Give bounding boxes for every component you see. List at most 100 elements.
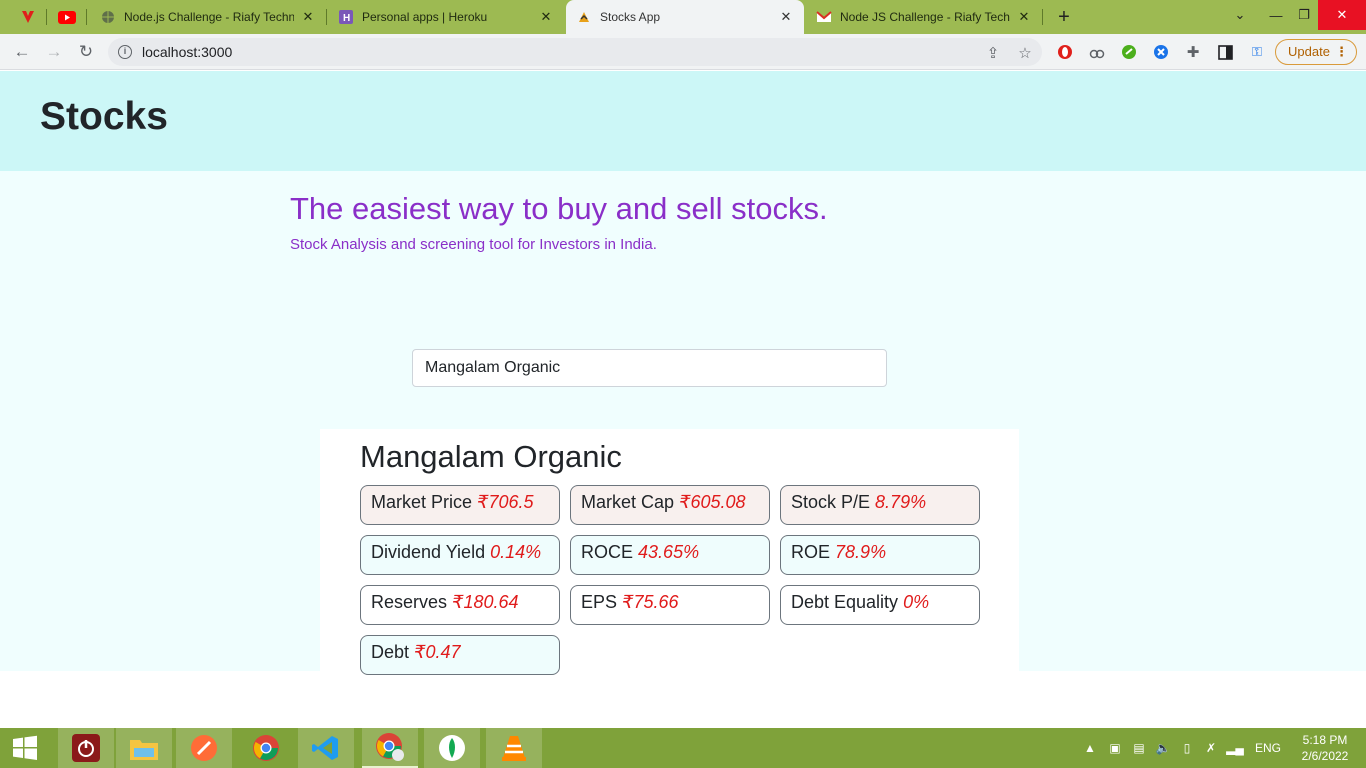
input-indicator-icon[interactable]: ▣ xyxy=(1106,728,1124,768)
metric-debt-equality: Debt Equality 0% xyxy=(780,585,980,625)
metric-value: ₹180.64 xyxy=(452,592,519,612)
tab-title: Node JS Challenge - Riafy Techno xyxy=(840,10,1010,24)
system-clock[interactable]: 5:18 PM 2/6/2022 xyxy=(1292,732,1358,764)
bookmark-star-icon[interactable]: ☆ xyxy=(1016,44,1034,62)
web-page: Stocks The easiest way to buy and sell s… xyxy=(0,71,1366,728)
power-app-icon[interactable] xyxy=(58,728,114,768)
metric-label: Debt xyxy=(371,642,410,662)
network-disconnected-icon[interactable]: ✗ xyxy=(1202,728,1220,768)
hero-subheadline: Stock Analysis and screening tool for In… xyxy=(290,236,657,253)
stock-search-input[interactable] xyxy=(412,349,887,387)
puzzle-extensions-icon[interactable]: ✚ xyxy=(1184,43,1202,61)
metric-value: ₹0.47 xyxy=(414,642,461,662)
back-arrow-icon[interactable]: ← xyxy=(10,40,34,64)
metric-roe: ROE 78.9% xyxy=(780,535,980,575)
metric-label: ROCE xyxy=(581,542,634,562)
address-bar[interactable]: i localhost:3000 ⇪ ☆ xyxy=(108,38,1042,66)
vscode-icon[interactable] xyxy=(298,728,354,768)
minimize-icon[interactable]: — xyxy=(1262,0,1290,30)
tab-heroku[interactable]: H Personal apps | Heroku ✕ xyxy=(328,0,564,34)
site-header: Stocks xyxy=(0,71,1366,171)
metric-label: Market Cap xyxy=(581,492,675,512)
tab-stocks-app[interactable]: Stocks App ✕ xyxy=(566,0,804,34)
metric-value: ₹706.5 xyxy=(477,492,534,512)
svg-text:H: H xyxy=(343,13,350,24)
vlc-icon[interactable] xyxy=(486,728,542,768)
clock-date: 2/6/2022 xyxy=(1301,749,1349,763)
metric-label: ROE xyxy=(791,542,831,562)
gmail-icon xyxy=(816,9,832,25)
opera-extension-icon[interactable] xyxy=(1056,43,1074,61)
site-info-icon[interactable]: i xyxy=(118,45,132,59)
close-icon[interactable]: ✕ xyxy=(778,9,794,25)
blue-extension-icon[interactable] xyxy=(1152,43,1170,61)
metric-label: Dividend Yield xyxy=(371,542,486,562)
file-explorer-icon[interactable] xyxy=(116,728,172,768)
hero-headline: The easiest way to buy and sell stocks. xyxy=(290,191,828,226)
heroku-icon: H xyxy=(338,9,354,25)
metric-dividend-yield: Dividend Yield 0.14% xyxy=(360,535,560,575)
update-label: Update xyxy=(1288,44,1330,59)
metric-label: Reserves xyxy=(371,592,448,612)
metric-market-price: Market Price ₹706.5 xyxy=(360,485,560,525)
metric-roce: ROCE 43.65% xyxy=(570,535,770,575)
forward-arrow-icon[interactable]: → xyxy=(42,40,66,64)
extension-cycle-icon[interactable] xyxy=(1088,43,1106,61)
tab-title: Personal apps | Heroku xyxy=(362,10,488,24)
key-icon[interactable]: ⚿ xyxy=(1248,43,1266,61)
mongodb-compass-icon[interactable] xyxy=(424,728,480,768)
windows-taskbar: ▲ ▣ ▤ 🔈 ▯ ✗ ▂▄ ENG 5:18 PM 2/6/2022 xyxy=(0,728,1366,768)
metric-label: Debt Equality xyxy=(791,592,899,612)
display-tray-icon[interactable]: ▤ xyxy=(1130,728,1148,768)
reload-icon[interactable]: ↻ xyxy=(74,40,98,64)
vivaldi-pinned-tab-icon[interactable] xyxy=(15,6,41,28)
show-hidden-icons-chevron-icon[interactable]: ▲ xyxy=(1082,728,1098,768)
metric-value: ₹605.08 xyxy=(679,492,746,512)
restore-icon[interactable]: ❐ xyxy=(1290,0,1318,30)
window-close-button[interactable]: ✕ xyxy=(1318,0,1366,30)
metric-stock-pe: Stock P/E 8.79% xyxy=(780,485,980,525)
brand-title[interactable]: Stocks xyxy=(40,95,168,139)
globe-icon xyxy=(100,9,116,25)
metric-debt: Debt ₹0.47 xyxy=(360,635,560,675)
metric-value: ₹75.66 xyxy=(622,592,679,612)
volume-icon[interactable]: 🔈 xyxy=(1154,728,1172,768)
chrome-active-window-icon[interactable] xyxy=(362,728,418,768)
metric-value: 0% xyxy=(903,592,930,612)
browser-toolbar: ← → ↻ i localhost:3000 ⇪ ☆ ✚ ⚿ Update ⋮ xyxy=(0,34,1366,70)
share-icon[interactable]: ⇪ xyxy=(984,44,1002,62)
metric-eps: EPS ₹75.66 xyxy=(570,585,770,625)
tab-title: Stocks App xyxy=(600,10,661,24)
stocks-app-icon xyxy=(576,9,592,25)
language-indicator[interactable]: ENG xyxy=(1252,728,1284,768)
metric-reserves: Reserves ₹180.64 xyxy=(360,585,560,625)
tab-gmail[interactable]: Node JS Challenge - Riafy Techno ✕ xyxy=(806,0,1042,34)
green-extension-icon[interactable] xyxy=(1120,43,1138,61)
close-icon[interactable]: ✕ xyxy=(1016,9,1032,25)
metric-label: Stock P/E xyxy=(791,492,871,512)
metric-value: 8.79% xyxy=(875,492,927,512)
metric-label: EPS xyxy=(581,592,618,612)
tab-title: Node.js Challenge - Riafy Techno xyxy=(124,10,294,24)
chrome-icon[interactable] xyxy=(238,728,294,768)
youtube-pinned-tab-icon[interactable] xyxy=(54,6,80,28)
metric-value: 0.14% xyxy=(490,542,542,562)
signal-icon[interactable]: ▂▄ xyxy=(1226,728,1244,768)
clock-time: 5:18 PM xyxy=(1302,733,1348,747)
side-panel-icon[interactable] xyxy=(1216,43,1234,61)
postman-icon[interactable] xyxy=(176,728,232,768)
battery-icon[interactable]: ▯ xyxy=(1178,728,1196,768)
metric-value: 78.9% xyxy=(835,542,887,562)
windows-start-icon[interactable] xyxy=(0,728,50,768)
tab-nodejs-challenge[interactable]: Node.js Challenge - Riafy Techno ✕ xyxy=(90,0,326,34)
metric-value: 43.65% xyxy=(638,542,700,562)
new-tab-button[interactable]: + xyxy=(1052,5,1076,29)
browser-tab-strip: Node.js Challenge - Riafy Techno ✕ H Per… xyxy=(0,0,1366,34)
url-text: localhost:3000 xyxy=(142,44,233,60)
update-button[interactable]: Update ⋮ xyxy=(1275,39,1357,65)
close-icon[interactable]: ✕ xyxy=(300,9,316,25)
menu-dots-icon[interactable]: ⋮ xyxy=(1335,40,1348,64)
close-icon[interactable]: ✕ xyxy=(538,9,554,25)
metric-label: Market Price xyxy=(371,492,473,512)
tab-search-chevron-icon[interactable]: ⌄ xyxy=(1226,0,1254,30)
